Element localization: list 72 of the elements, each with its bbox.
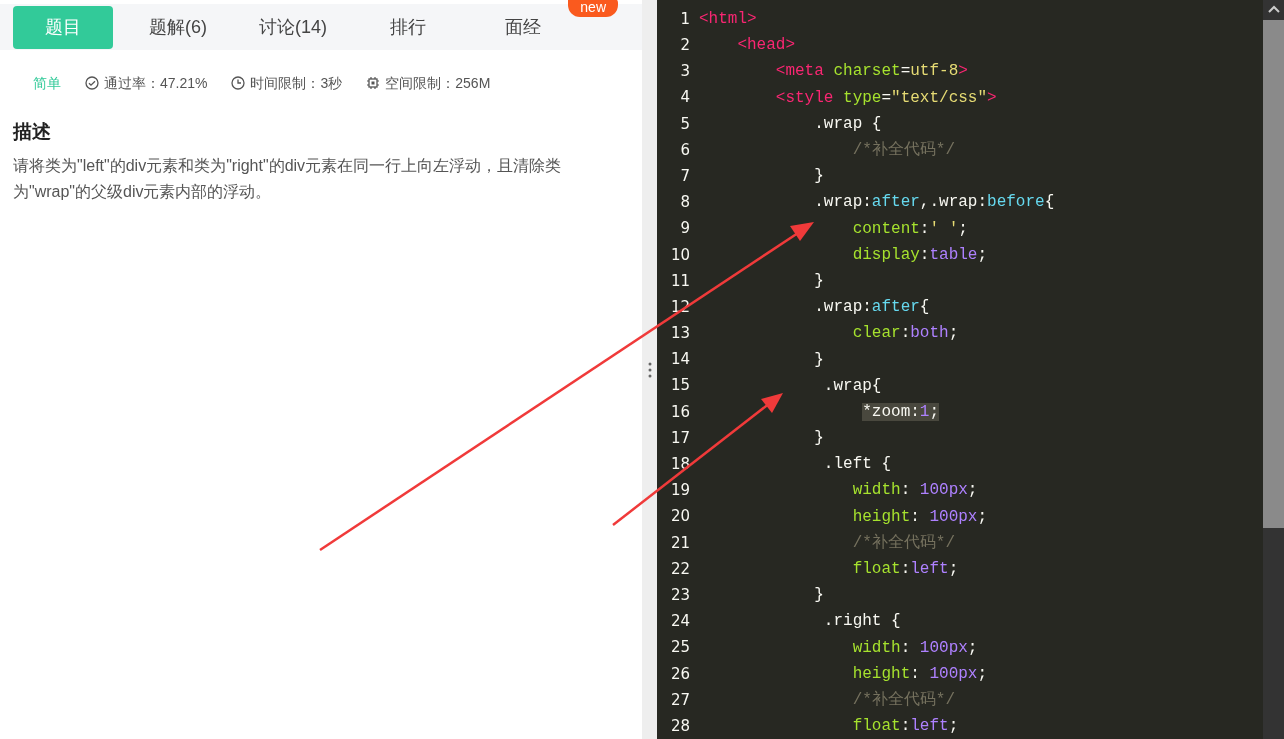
code-line: .wrap { [813, 113, 882, 135]
code-line: display:table; [851, 244, 988, 266]
line-number: 21 [669, 532, 690, 554]
line-number: 7 [679, 165, 690, 187]
tab[interactable]: 排行 [358, 5, 458, 49]
code-line: } [813, 585, 824, 607]
tab[interactable]: 题解(6) [128, 5, 228, 49]
code-line: width: 100px; [851, 637, 978, 659]
code-line: } [813, 166, 824, 188]
line-number: 4 [679, 87, 690, 109]
code-line: content:' '; [851, 218, 968, 240]
line-number: 6 [679, 139, 690, 161]
check-circle-icon [85, 76, 99, 90]
scrollbar-thumb[interactable] [1263, 20, 1284, 528]
line-number: 20 [669, 506, 690, 528]
tab[interactable]: 讨论(14) [243, 5, 343, 49]
scroll-up-icon[interactable] [1267, 5, 1280, 13]
code-line: .wrap:after{ [813, 297, 930, 319]
line-number: 22 [669, 558, 690, 580]
code-line: float:left; [851, 559, 959, 581]
code-line: .wrap:after,.wrap:before{ [813, 192, 1055, 214]
code-line: } [813, 270, 824, 292]
line-number: 14 [669, 349, 690, 371]
line-number: 23 [669, 584, 690, 606]
time-limit: 时间限制：3秒 [250, 73, 343, 93]
code-line: <meta charset=utf-8> [774, 61, 968, 83]
code-line: height: 100px; [851, 663, 988, 685]
code-line: clear:both; [851, 323, 959, 345]
pass-rate: 通过率：47.21% [104, 73, 208, 93]
line-number: 13 [669, 323, 690, 345]
code-line: } [813, 349, 824, 371]
code-editor[interactable] [657, 0, 1284, 739]
problem-description: 请将类为"left"的div元素和类为"right"的div元素在同一行上向左浮动，且清除类为"wrap"的父级div元素内部的浮动。 [13, 155, 563, 202]
line-number: 3 [679, 61, 690, 83]
memory-limit: 空间限制：256M [385, 73, 491, 93]
code-line: } [813, 428, 824, 450]
line-number: 24 [669, 611, 690, 633]
code-line: <html> [699, 9, 757, 31]
line-number: 1 [679, 8, 690, 30]
chip-icon [366, 76, 381, 90]
section-heading: 描述 [13, 120, 52, 144]
code-line: <head> [736, 35, 795, 57]
difficulty-label: 简单 [33, 73, 61, 93]
clock-icon [231, 76, 246, 90]
line-number: 19 [669, 480, 690, 502]
line-number: 10 [669, 244, 690, 266]
code-line: float:left; [851, 716, 959, 738]
drag-handle-icon[interactable] [647, 360, 652, 379]
code-line: width: 100px; [851, 480, 978, 502]
line-number: 15 [669, 375, 690, 397]
line-number: 27 [669, 689, 690, 711]
code-line: /*补全代码*/ [851, 532, 956, 554]
line-number: 2 [679, 35, 690, 57]
code-line: height: 100px; [851, 506, 988, 528]
line-number: 11 [669, 270, 690, 292]
code-line: .wrap{ [822, 375, 882, 397]
code-line: /*补全代码*/ [851, 139, 956, 162]
line-number: 26 [669, 663, 690, 685]
code-line: *zoom:1; [861, 401, 940, 423]
line-number: 16 [669, 401, 690, 423]
line-number: 25 [669, 637, 690, 659]
scrollbar[interactable] [1263, 0, 1284, 739]
new-badge: new [568, 0, 618, 17]
line-number: 9 [679, 218, 690, 240]
line-number: 17 [669, 427, 690, 449]
line-number: 5 [679, 113, 690, 135]
line-number: 8 [679, 192, 690, 214]
line-number: 28 [669, 715, 690, 737]
code-line: .right { [822, 611, 901, 633]
code-line: <style type="text/css"> [774, 87, 997, 109]
code-line: .left { [822, 454, 892, 476]
code-line: /*补全代码*/ [851, 689, 956, 711]
